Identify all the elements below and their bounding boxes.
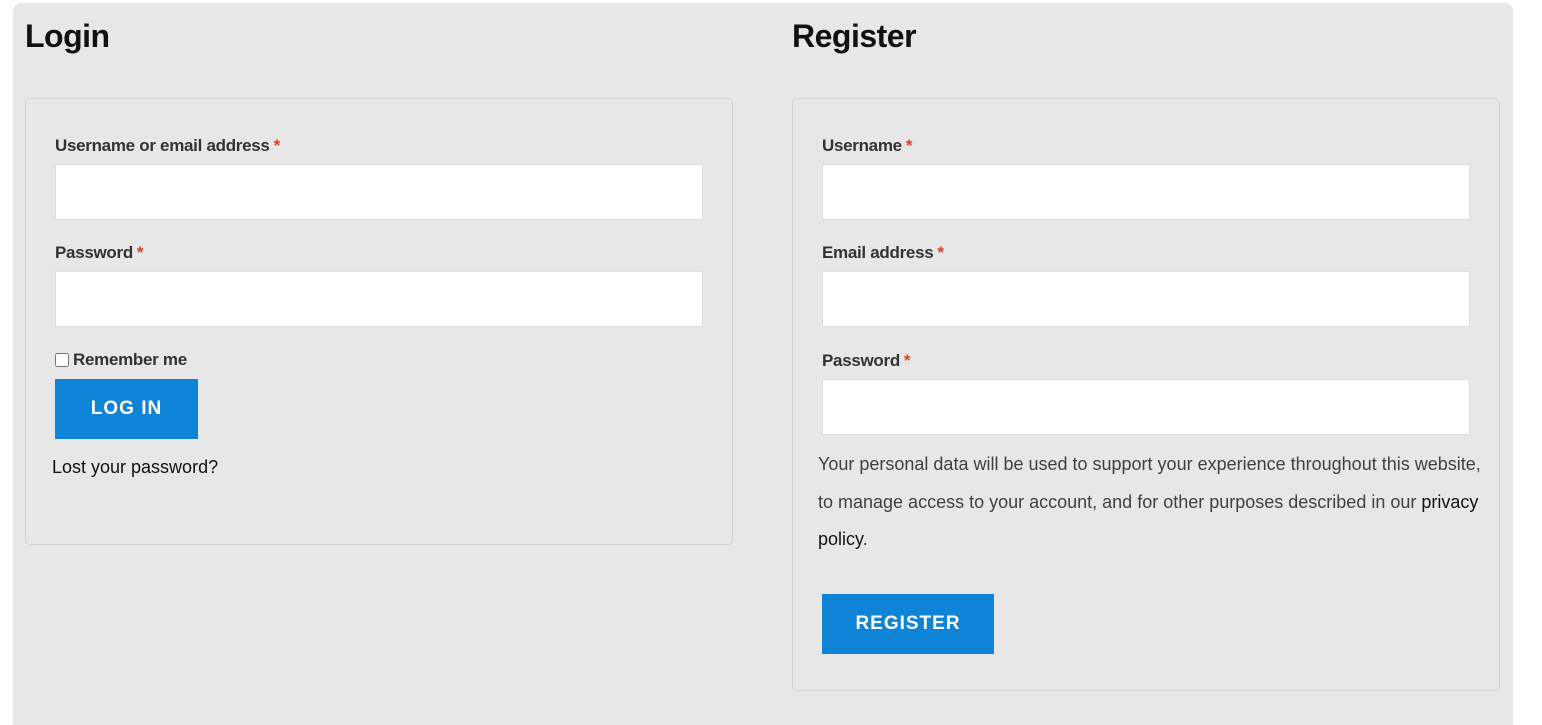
register-email-label: Email address *	[822, 243, 944, 263]
required-asterisk: *	[273, 136, 281, 155]
register-password-label-text: Password	[822, 351, 900, 370]
register-title: Register	[792, 18, 917, 54]
register-email-input[interactable]	[822, 271, 1470, 327]
required-asterisk: *	[903, 351, 911, 370]
login-password-label-text: Password	[55, 243, 133, 262]
register-username-label: Username *	[822, 136, 912, 156]
register-email-label-text: Email address	[822, 243, 934, 262]
privacy-notice-period: .	[862, 529, 868, 549]
register-password-label: Password *	[822, 351, 911, 371]
remember-me-row: Remember me	[55, 350, 187, 370]
required-asterisk: *	[937, 243, 944, 262]
required-asterisk: *	[905, 136, 913, 155]
login-username-label: Username or email address *	[55, 136, 280, 156]
login-username-input[interactable]	[55, 164, 703, 220]
register-username-input[interactable]	[822, 164, 1470, 220]
login-password-label: Password *	[55, 243, 144, 263]
privacy-notice-text: Your personal data will be used to suppo…	[818, 454, 1481, 512]
remember-me-checkbox[interactable]	[55, 353, 69, 367]
login-username-label-text: Username or email address	[55, 136, 270, 155]
register-username-label-text: Username	[822, 136, 902, 155]
login-password-input[interactable]	[55, 271, 703, 327]
register-password-input[interactable]	[822, 379, 1470, 435]
remember-me-label: Remember me	[73, 350, 187, 369]
lost-password-link[interactable]: Lost your password?	[52, 457, 218, 478]
required-asterisk: *	[136, 243, 144, 262]
log-in-button[interactable]: LOG IN	[55, 379, 198, 439]
register-button[interactable]: REGISTER	[822, 594, 994, 654]
privacy-notice: Your personal data will be used to suppo…	[818, 446, 1498, 559]
login-title: Login	[25, 18, 110, 54]
